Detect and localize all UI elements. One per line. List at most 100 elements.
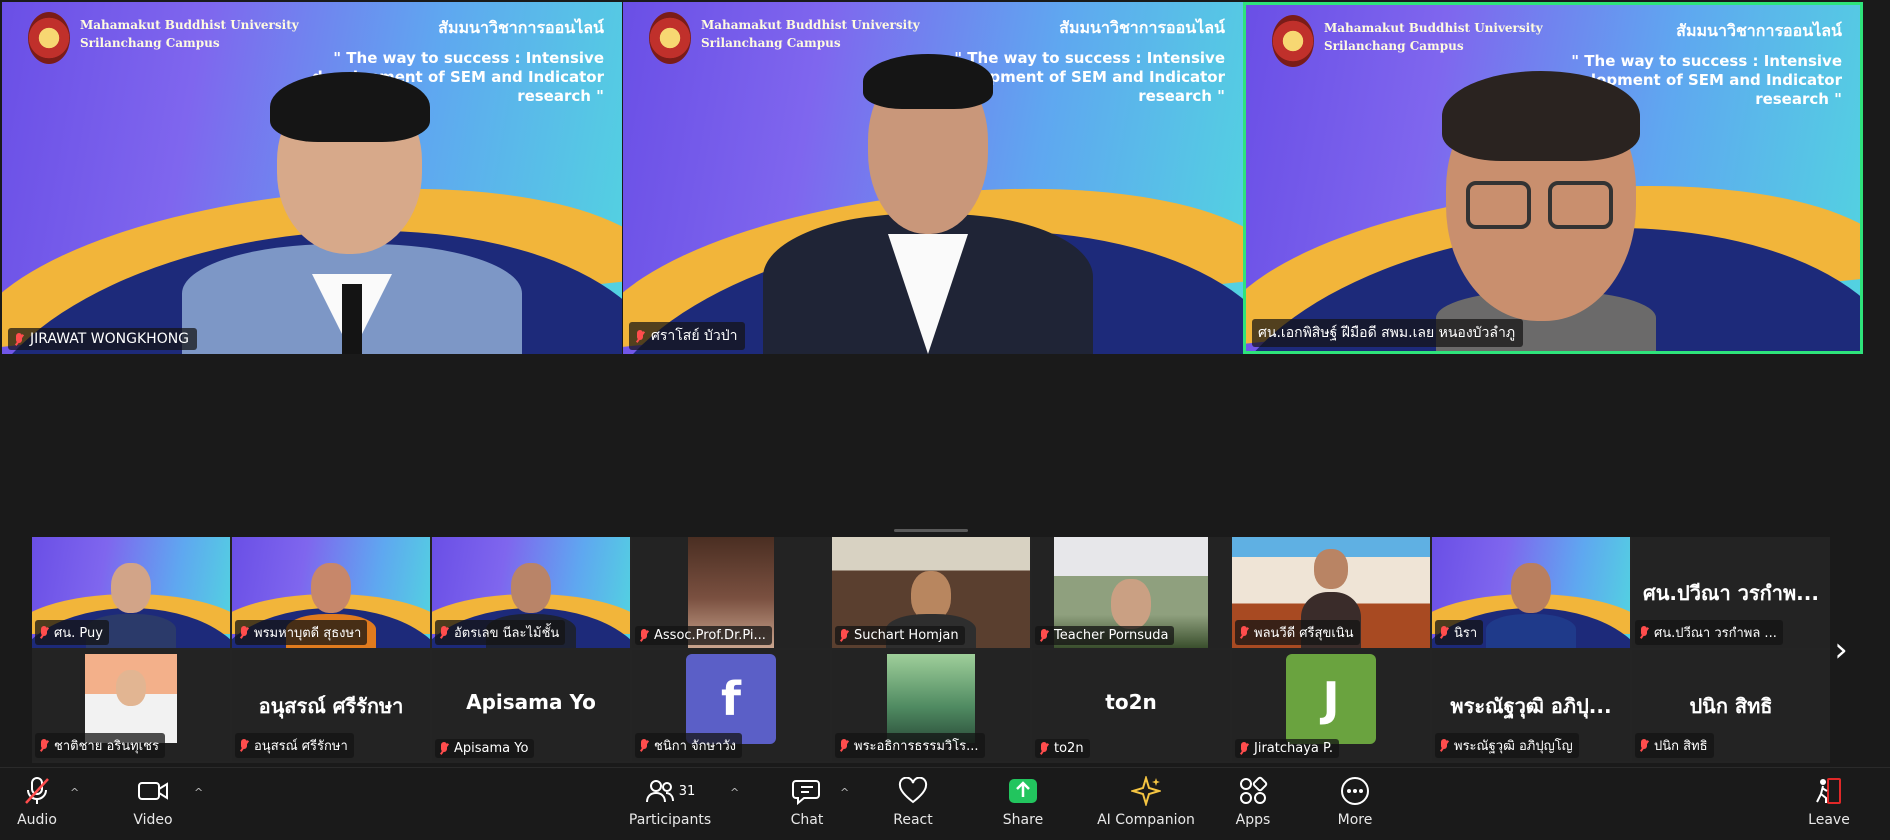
participant-name: ปนิก สิทธิ: [1654, 739, 1708, 754]
chat-bubble-icon: [792, 776, 822, 806]
leave-button[interactable]: Leave: [1784, 776, 1874, 834]
participant-name: to2n: [1054, 741, 1084, 756]
participant-name: JIRAWAT WONGKHONG: [30, 331, 190, 347]
university-name: Mahamakut Buddhist University Srilanchan…: [80, 16, 300, 52]
react-label: React: [893, 812, 933, 828]
gallery-tile[interactable]: Suchart Homjan: [832, 537, 1030, 648]
mic-muted-icon: [1239, 742, 1249, 755]
gallery-tile[interactable]: นิรา: [1432, 537, 1630, 648]
gallery-tile[interactable]: ศน.ปวีณา วรกำพ... ศน.ปวีณา วรกำพล ...: [1632, 537, 1830, 648]
participant-avatar: J: [1286, 654, 1376, 744]
participant-name-tag: ศน.ปวีณา วรกำพล ...: [1635, 620, 1783, 645]
university-seal-icon: [649, 12, 691, 64]
gallery-tile[interactable]: พลนวีดี ศรีสุขเนิน: [1232, 537, 1430, 648]
gallery-tile[interactable]: Assoc.Prof.Dr.Pi...: [632, 537, 830, 648]
participant-name-tag: JIRAWAT WONGKHONG: [8, 328, 198, 350]
gallery-tile[interactable]: f ชนิกา จักษาวัง: [632, 650, 830, 761]
chat-button[interactable]: Chat: [762, 776, 852, 834]
campus-label: Srilanchang Campus: [80, 36, 220, 50]
university-seal-icon: [28, 12, 70, 64]
mic-muted-icon: [439, 742, 449, 755]
mic-muted-icon: [39, 626, 49, 639]
mic-muted-icon: [439, 626, 449, 639]
university-label: Mahamakut Buddhist University: [701, 18, 920, 32]
participant-display-name: to2n: [1105, 690, 1157, 714]
participants-icon: 31: [645, 776, 696, 806]
participant-name-tag: ศน. Puy: [35, 620, 109, 645]
gallery-tile[interactable]: อัตรเลข นีละไม้ชั้น: [432, 537, 630, 648]
gallery-tile[interactable]: Apisama Yo Apisama Yo: [432, 650, 630, 761]
participant-name: ศราโสย์ บัวป่า: [651, 328, 738, 344]
share-label: Share: [1002, 812, 1044, 828]
share-button[interactable]: Share: [978, 776, 1068, 834]
gallery-tile[interactable]: Teacher Pornsuda: [1032, 537, 1230, 648]
participant-name: ศน.เอกพิสิษฐ์ ฝีมือดี สพม.เลย หนองบัวลำภ…: [1258, 325, 1516, 341]
participant-name-tag: Apisama Yo: [435, 739, 535, 758]
sparkle-icon: [1131, 776, 1161, 806]
participant-display-name: Apisama Yo: [466, 690, 596, 714]
speaker-figure: [763, 44, 1093, 354]
chat-label: Chat: [790, 812, 824, 828]
participant-name: ศน.ปวีณา วรกำพล ...: [1654, 626, 1777, 641]
leave-label: Leave: [1808, 812, 1850, 828]
gallery-tile[interactable]: ชาติชาย อรินทุเชร: [32, 650, 230, 761]
participants-label: Participants: [628, 812, 712, 828]
participants-options-caret-icon[interactable]: ^: [730, 786, 739, 799]
heart-icon: [898, 776, 928, 806]
apps-button[interactable]: Apps: [1208, 776, 1298, 834]
mic-muted-icon: [839, 629, 849, 642]
mic-muted-icon: [39, 739, 49, 752]
chat-options-caret-icon[interactable]: ^: [840, 786, 849, 799]
leave-door-icon: [1814, 776, 1844, 806]
speaker-figure: [1426, 41, 1666, 351]
participants-count: 31: [678, 783, 696, 799]
audio-options-caret-icon[interactable]: ^: [70, 786, 79, 799]
gallery-tile[interactable]: ศน. Puy: [32, 537, 230, 648]
speaker-tile-1[interactable]: Mahamakut Buddhist University Srilanchan…: [2, 2, 622, 354]
gallery-strip: ศน. Puy พรมหาบุตดี สุธงษา อัตรเลข นีละไม…: [32, 537, 1830, 763]
gallery-resize-handle[interactable]: [894, 529, 968, 532]
participant-avatar: f: [686, 654, 776, 744]
mic-muted-icon: [635, 329, 645, 343]
participant-name: อัตรเลข นีละไม้ชั้น: [454, 626, 560, 641]
participant-name-tag: ศราโสย์ บัวป่า: [629, 322, 746, 350]
gallery-tile[interactable]: พระอธิการธรรมวิโร...: [832, 650, 1030, 761]
video-options-caret-icon[interactable]: ^: [194, 786, 203, 799]
mic-muted-icon: [639, 629, 649, 642]
participant-name-tag: Jiratchaya P.: [1235, 739, 1339, 758]
gallery-tile[interactable]: พระณัฐวุฒิ อภิปุ... พระณัฐวุฒิ อภิปุญโญ: [1432, 650, 1630, 761]
speaker-tile-3-active[interactable]: Mahamakut Buddhist University Srilanchan…: [1243, 2, 1863, 354]
ai-companion-button[interactable]: AI Companion: [1088, 776, 1204, 834]
participant-name: Suchart Homjan: [854, 628, 959, 643]
share-screen-icon: [1008, 776, 1038, 806]
more-button[interactable]: More: [1310, 776, 1400, 834]
gallery-tile[interactable]: J Jiratchaya P.: [1232, 650, 1430, 761]
mic-muted-icon: [1039, 742, 1049, 755]
gallery-tile[interactable]: อนุสรณ์ ศรีรักษา อนุสรณ์ ศรีรักษา: [232, 650, 430, 761]
speaker-row: Mahamakut Buddhist University Srilanchan…: [0, 2, 1890, 356]
audio-button[interactable]: Audio: [0, 776, 82, 834]
participant-name-tag: Suchart Homjan: [835, 626, 965, 645]
next-page-chevron-icon[interactable]: ›: [1826, 630, 1856, 670]
participant-name: พระณัฐวุฒิ อภิปุญโญ: [1454, 739, 1573, 754]
university-label: Mahamakut Buddhist University: [80, 18, 299, 32]
participant-name-tag: ชาติชาย อรินทุเชร: [35, 733, 165, 758]
participant-name-tag: Assoc.Prof.Dr.Pi...: [635, 626, 772, 645]
mic-muted-icon: [23, 776, 51, 806]
speaker-figure: [182, 54, 522, 354]
participant-display-name: อนุสรณ์ ศรีรักษา: [258, 694, 404, 718]
mic-muted-icon: [639, 739, 649, 752]
gallery-tile[interactable]: to2n to2n: [1032, 650, 1230, 761]
participant-name-tag: นิรา: [1435, 620, 1484, 645]
gallery-tile[interactable]: พรมหาบุตดี สุธงษา: [232, 537, 430, 648]
speaker-tile-2[interactable]: Mahamakut Buddhist University Srilanchan…: [623, 2, 1243, 354]
mic-muted-icon: [14, 332, 24, 346]
participant-name: พรมหาบุตดี สุธงษา: [254, 626, 362, 641]
react-button[interactable]: React: [868, 776, 958, 834]
video-button[interactable]: Video: [108, 776, 198, 834]
seminar-title-th: สัมมนาวิชาการออนไลน์: [438, 18, 604, 37]
participant-name: นิรา: [1454, 626, 1478, 641]
participants-button[interactable]: 31 Participants: [622, 776, 718, 834]
participant-name: พลนวีดี ศรีสุขเนิน: [1254, 626, 1354, 641]
gallery-tile[interactable]: ปนิก สิทธิ ปนิก สิทธิ: [1632, 650, 1830, 761]
